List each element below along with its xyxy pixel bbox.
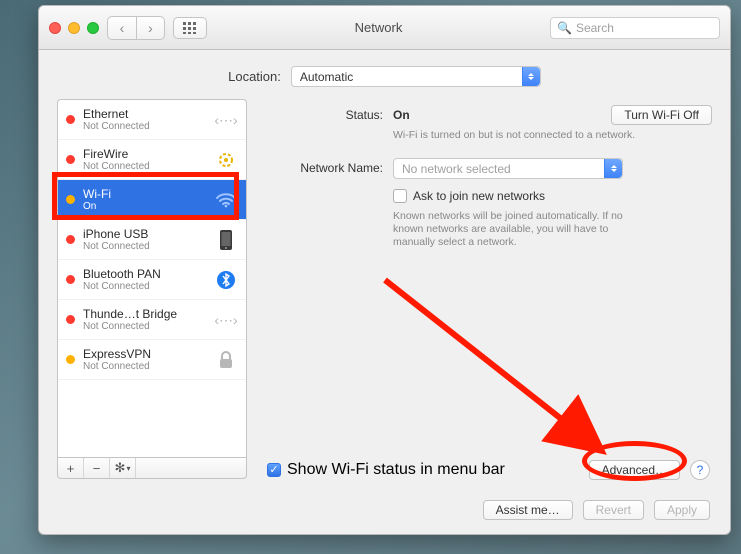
window-title: Network [215, 20, 542, 35]
status-dot-icon [66, 155, 75, 164]
service-name: FireWire [83, 147, 206, 161]
status-dot-icon [66, 195, 75, 204]
forward-button[interactable]: › [136, 17, 164, 39]
lock-icon [214, 348, 238, 372]
revert-button[interactable]: Revert [583, 500, 644, 520]
service-item-wifi[interactable]: Wi-Fi On [58, 180, 246, 220]
location-label: Location: [228, 69, 281, 84]
service-list: Ethernet Not Connected ‹⋯› FireWire Not … [57, 99, 247, 457]
svg-text:‹⋯›: ‹⋯› [214, 112, 238, 128]
checkbox-checked-icon [267, 463, 281, 477]
svg-text:‹⋯›: ‹⋯› [214, 312, 238, 328]
status-value: On [393, 108, 410, 122]
status-dot-icon [66, 315, 75, 324]
service-status: Not Connected [83, 241, 206, 252]
firewire-icon [214, 148, 238, 172]
bottom-bar: Show Wi-Fi status in menu bar Advanced… … [267, 460, 710, 480]
network-prefs-window: ‹ › Network 🔍 Search Location: Automatic [38, 5, 731, 535]
service-name: Ethernet [83, 107, 206, 121]
location-value: Automatic [300, 70, 353, 84]
service-status: On [83, 201, 206, 212]
sidebar: Ethernet Not Connected ‹⋯› FireWire Not … [57, 99, 247, 479]
network-name-label: Network Name: [263, 158, 393, 178]
assist-button[interactable]: Assist me… [483, 500, 573, 520]
titlebar: ‹ › Network 🔍 Search [39, 6, 730, 50]
wifi-toggle-button[interactable]: Turn Wi-Fi Off [611, 105, 712, 125]
service-actions-menu[interactable]: ✻▾ [110, 458, 136, 478]
advanced-button[interactable]: Advanced… [589, 460, 680, 480]
service-name: Wi-Fi [83, 187, 206, 201]
service-item-iphone-usb[interactable]: iPhone USB Not Connected [58, 220, 246, 260]
service-name: iPhone USB [83, 227, 206, 241]
detail-panel: Status: On Turn Wi-Fi Off Wi-Fi is turne… [263, 99, 712, 479]
status-dot-icon [66, 355, 75, 364]
service-status: Not Connected [83, 321, 206, 332]
status-dot-icon [66, 115, 75, 124]
gear-icon: ✻ [115, 460, 126, 476]
wifi-icon [214, 188, 238, 212]
help-icon: ? [697, 463, 704, 477]
location-row: Location: Automatic [39, 50, 730, 99]
show-status-checkbox[interactable]: Show Wi-Fi status in menu bar [267, 461, 505, 479]
service-item-thunderbolt[interactable]: Thunde…t Bridge Not Connected ‹⋯› [58, 300, 246, 340]
service-status: Not Connected [83, 121, 206, 132]
service-status: Not Connected [83, 361, 206, 372]
network-name-select[interactable]: No network selected [393, 158, 623, 179]
service-name: Thunde…t Bridge [83, 307, 206, 321]
help-button[interactable]: ? [690, 460, 710, 480]
status-description: Wi-Fi is turned on but is not connected … [393, 129, 663, 142]
remove-service-button[interactable]: − [84, 458, 110, 478]
service-item-vpn[interactable]: ExpressVPN Not Connected [58, 340, 246, 380]
iphone-icon [214, 228, 238, 252]
status-label: Status: [263, 105, 393, 125]
ask-to-join-label: Ask to join new networks [413, 189, 545, 203]
dropdown-caret-icon [604, 159, 622, 178]
service-status: Not Connected [83, 161, 206, 172]
show-all-button[interactable] [173, 17, 207, 39]
window-controls [49, 22, 99, 34]
status-dot-icon [66, 235, 75, 244]
service-status: Not Connected [83, 281, 206, 292]
checkbox-icon [393, 189, 407, 203]
bluetooth-icon [214, 268, 238, 292]
ethernet-icon: ‹⋯› [214, 308, 238, 332]
status-dot-icon [66, 275, 75, 284]
location-select[interactable]: Automatic [291, 66, 541, 87]
service-name: Bluetooth PAN [83, 267, 206, 281]
search-field[interactable]: 🔍 Search [550, 17, 720, 39]
body: Ethernet Not Connected ‹⋯› FireWire Not … [39, 99, 730, 479]
network-name-value: No network selected [402, 162, 511, 176]
nav-back-forward: ‹ › [107, 16, 165, 40]
ask-to-join-checkbox[interactable]: Ask to join new networks [393, 189, 545, 203]
search-placeholder: Search [576, 21, 614, 35]
search-icon: 🔍 [557, 21, 572, 35]
footer-buttons: Assist me… Revert Apply [483, 500, 710, 520]
list-footer: + − ✻▾ [57, 457, 247, 479]
service-item-ethernet[interactable]: Ethernet Not Connected ‹⋯› [58, 100, 246, 140]
minimize-window-button[interactable] [68, 22, 80, 34]
zoom-window-button[interactable] [87, 22, 99, 34]
service-item-bluetooth[interactable]: Bluetooth PAN Not Connected [58, 260, 246, 300]
close-window-button[interactable] [49, 22, 61, 34]
dropdown-caret-icon [522, 67, 540, 86]
add-service-button[interactable]: + [58, 458, 84, 478]
chevron-down-icon: ▾ [126, 464, 130, 473]
service-name: ExpressVPN [83, 347, 206, 361]
show-status-label: Show Wi-Fi status in menu bar [287, 461, 505, 479]
service-item-firewire[interactable]: FireWire Not Connected [58, 140, 246, 180]
grid-icon [183, 22, 197, 34]
apply-button[interactable]: Apply [654, 500, 710, 520]
ask-to-join-description: Known networks will be joined automatica… [393, 210, 643, 249]
ethernet-icon: ‹⋯› [214, 108, 238, 132]
back-button[interactable]: ‹ [108, 17, 136, 39]
